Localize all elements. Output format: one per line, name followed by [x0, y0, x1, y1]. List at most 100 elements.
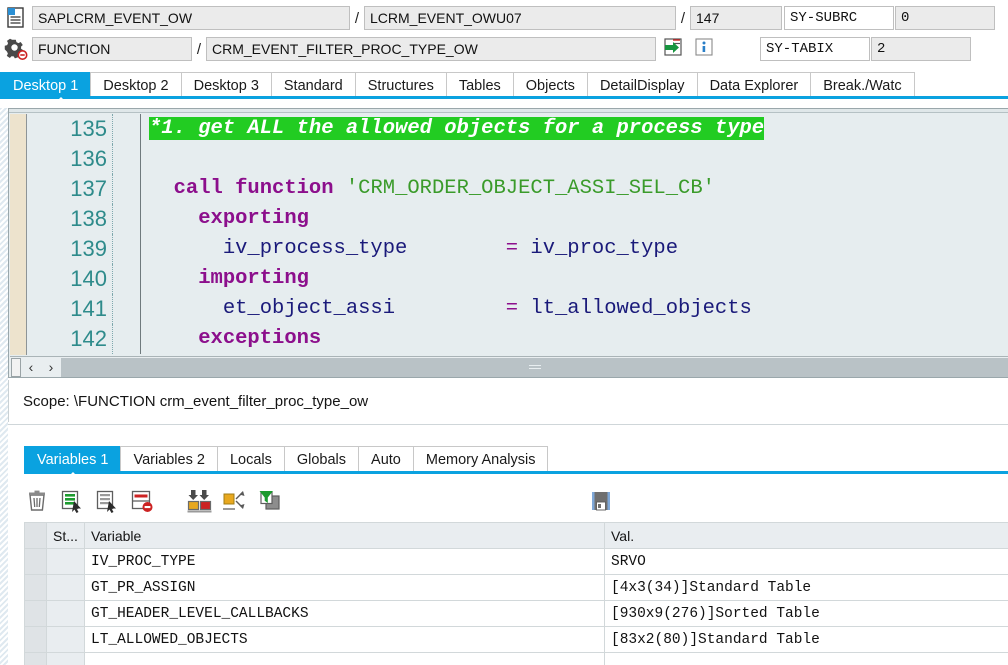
code-scroll-grip[interactable] — [11, 357, 21, 377]
tab-standard[interactable]: Standard — [270, 72, 356, 98]
cell-status[interactable] — [46, 548, 85, 575]
cell-variable-value[interactable]: SRVO — [604, 548, 1008, 575]
tab-detail-display[interactable]: DetailDisplay — [586, 72, 698, 98]
cell-status[interactable] — [46, 600, 85, 627]
load-variable-layout-icon[interactable] — [186, 488, 212, 514]
code-token-pln — [395, 297, 506, 320]
code-line[interactable]: 139 iv_process_type = iv_proc_type — [27, 234, 1008, 264]
code-scroll-right-arrow[interactable]: › — [41, 358, 61, 377]
table-row[interactable]: IV_PROC_TYPE SRVO — [24, 548, 1008, 575]
code-line-marker-column — [113, 264, 141, 294]
sy-tabix-label: SY-TABIX — [760, 37, 870, 61]
cell-variable-value[interactable] — [604, 652, 1008, 665]
cell-row-select[interactable] — [24, 626, 47, 653]
code-token-kw: exceptions — [198, 327, 322, 350]
code-scroll-thumb[interactable] — [61, 357, 1008, 377]
insert-variable-row-icon[interactable] — [59, 488, 85, 514]
cell-variable-name[interactable]: LT_ALLOWED_OBJECTS — [84, 626, 605, 653]
cell-row-select[interactable] — [24, 548, 47, 575]
code-token-var: lt_allowed_objects — [530, 297, 752, 320]
code-token-kw: call function — [173, 177, 334, 200]
code-line-marker-column — [113, 324, 141, 354]
cell-status[interactable] — [46, 652, 85, 665]
cell-variable-name[interactable] — [84, 652, 605, 665]
tab-objects[interactable]: Objects — [512, 72, 588, 98]
cell-status[interactable] — [46, 574, 85, 601]
tab-desktop-2[interactable]: Desktop 2 — [90, 72, 182, 98]
current-line-field[interactable]: 147 — [690, 6, 782, 30]
code-scroll-left-arrow[interactable]: ‹ — [21, 358, 41, 377]
panel-separator — [8, 424, 1008, 425]
code-line[interactable]: 136 — [27, 144, 1008, 174]
code-token-pln — [518, 297, 530, 320]
column-header-status[interactable]: St... — [46, 522, 85, 549]
cell-variable-name[interactable]: GT_HEADER_LEVEL_CALLBACKS — [84, 600, 605, 627]
cell-variable-value[interactable]: [83x2(80)]Standard Table — [604, 626, 1008, 653]
code-line-text: iv_process_type = iv_proc_type — [141, 234, 1008, 264]
insert-variable-below-icon[interactable] — [94, 488, 120, 514]
tab-globals[interactable]: Globals — [283, 446, 360, 472]
code-line-marker-column — [113, 174, 141, 204]
cell-row-select[interactable] — [24, 600, 47, 627]
table-row[interactable]: LT_ALLOWED_OBJECTS [83x2(80)]Standard Tab… — [24, 626, 1008, 653]
tab-auto[interactable]: Auto — [358, 446, 414, 472]
code-token-pln — [149, 327, 198, 350]
sy-subrc-value: 0 — [895, 6, 995, 30]
code-line-text: exporting — [141, 204, 1008, 234]
code-line-number: 139 — [27, 234, 113, 264]
code-line-number: 136 — [27, 144, 113, 174]
save-layout-icon[interactable] — [588, 488, 614, 514]
code-line[interactable]: 138 exporting — [27, 204, 1008, 234]
table-header-row: St... Variable Val. — [24, 522, 1008, 549]
include-program-field[interactable]: LCRM_EVENT_OWU07 — [364, 6, 676, 30]
column-header-variable[interactable]: Variable — [84, 522, 605, 549]
event-type-field[interactable]: FUNCTION — [32, 37, 192, 61]
code-token-var: et_object_assi — [222, 297, 396, 320]
cell-variable-name[interactable]: IV_PROC_TYPE — [84, 548, 605, 575]
delete-all-variables-icon[interactable] — [24, 488, 50, 514]
cell-status[interactable] — [46, 626, 85, 653]
code-line[interactable]: 141 et_object_assi = lt_allowed_objects — [27, 294, 1008, 324]
code-line[interactable]: 137 call function 'CRM_ORDER_OBJECT_ASSI… — [27, 174, 1008, 204]
cell-variable-value[interactable]: [930x9(276)]Sorted Table — [604, 600, 1008, 627]
sy-subrc-label: SY-SUBRC — [784, 6, 894, 30]
tab-tables[interactable]: Tables — [445, 72, 514, 98]
tab-locals[interactable]: Locals — [216, 446, 285, 472]
code-horizontal-scrollbar[interactable]: ‹ › — [10, 356, 1008, 377]
tab-desktop-1[interactable]: Desktop 1 — [0, 72, 92, 98]
breakpoint-gutter[interactable] — [10, 114, 27, 355]
event-name-field[interactable]: CRM_EVENT_FILTER_PROC_TYPE_OW — [206, 37, 656, 61]
cell-row-select[interactable] — [24, 574, 47, 601]
main-program-field[interactable]: SAPLCRM_EVENT_OW — [32, 6, 350, 30]
cell-variable-name[interactable]: GT_PR_ASSIGN — [84, 574, 605, 601]
tab-memory-analysis[interactable]: Memory Analysis — [412, 446, 549, 472]
code-line[interactable]: 140 importing — [27, 264, 1008, 294]
info-icon[interactable] — [693, 36, 719, 62]
column-header-value[interactable]: Val. — [604, 522, 1008, 549]
code-line[interactable]: 135 *1. get ALL the allowed objects for a… — [27, 114, 1008, 144]
change-variable-icon[interactable] — [221, 488, 247, 514]
tab-variables-1[interactable]: Variables 1 — [24, 446, 122, 472]
desktop-tab-bar: Desktop 1 Desktop 2 Desktop 3 Standard S… — [0, 68, 1008, 98]
cell-row-select[interactable] — [24, 652, 47, 665]
tab-breakpoints-watchpoints[interactable]: Break./Watc — [810, 72, 915, 98]
table-row[interactable] — [24, 652, 1008, 665]
filter-variables-icon[interactable] — [256, 488, 282, 514]
code-token-var: iv_process_type — [222, 237, 408, 260]
cell-variable-value[interactable]: [4x3(34)]Standard Table — [604, 574, 1008, 601]
tab-variables-2[interactable]: Variables 2 — [120, 446, 218, 472]
delete-variable-row-icon[interactable] — [129, 488, 155, 514]
source-code-editor[interactable]: 135 *1. get ALL the allowed objects for a… — [8, 108, 1008, 378]
tab-desktop-3[interactable]: Desktop 3 — [180, 72, 272, 98]
tab-structures[interactable]: Structures — [354, 72, 447, 98]
variables-tab-active-caret — [66, 472, 80, 479]
tab-data-explorer[interactable]: Data Explorer — [696, 72, 812, 98]
column-header-select[interactable] — [24, 522, 47, 549]
table-row[interactable]: GT_HEADER_LEVEL_CALLBACKS [930x9(276)]Sor… — [24, 600, 1008, 627]
code-line[interactable]: 142 exceptions — [27, 324, 1008, 354]
gear-settings-icon[interactable] — [3, 36, 29, 62]
variables-table[interactable]: St... Variable Val. IV_PROC_TYPE SRVO GT_P… — [24, 522, 1008, 665]
goto-statement-icon[interactable] — [662, 36, 688, 62]
table-row[interactable]: GT_PR_ASSIGN [4x3(34)]Standard Table — [24, 574, 1008, 601]
code-line-marker-column — [113, 144, 141, 174]
